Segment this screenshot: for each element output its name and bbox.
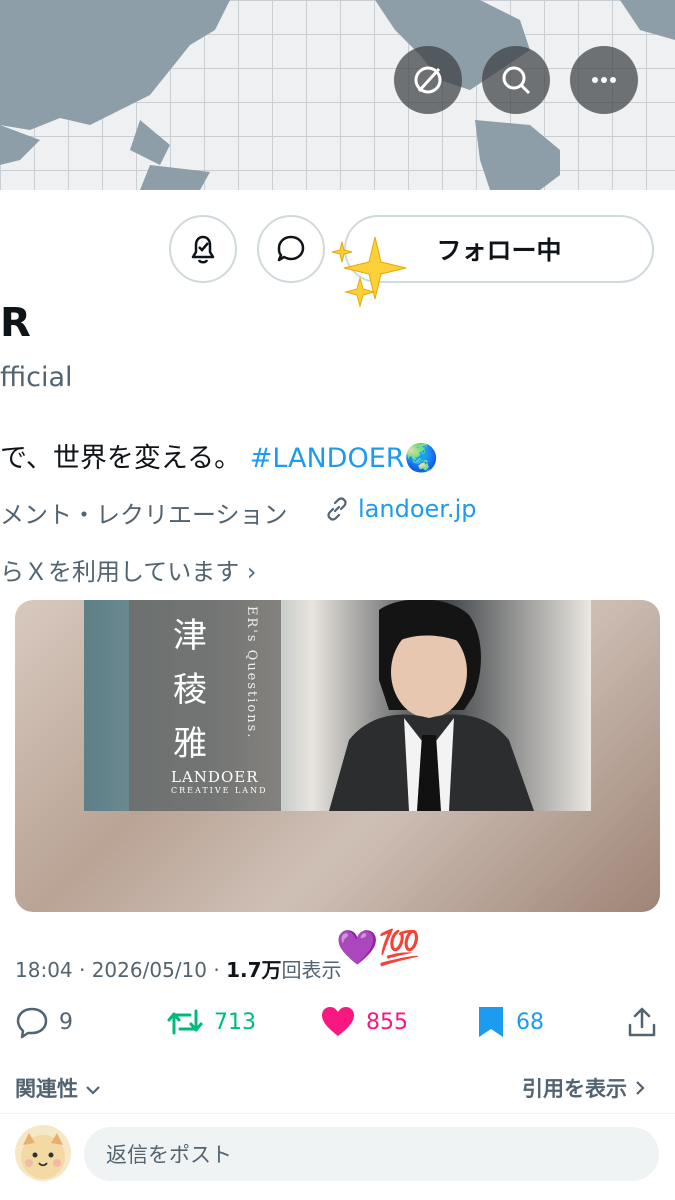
joined-text: らＸを利用しています bbox=[0, 558, 240, 586]
media-title-char-2: 稜 bbox=[173, 670, 207, 710]
profile-bio: で、世界を変える。 #LANDOER🌏 bbox=[0, 436, 438, 475]
bookmark-stat[interactable]: 68 bbox=[476, 1005, 544, 1039]
tweet-views-label: 回表示 bbox=[281, 958, 342, 982]
share-icon bbox=[628, 1007, 656, 1037]
bell-check-icon bbox=[191, 235, 215, 264]
person-photo bbox=[329, 600, 534, 811]
tweet-media-image[interactable]: 津 稜 雅 ER's Questions. LANDOER CREATIVE L… bbox=[15, 600, 660, 912]
media-title-char-1: 津 bbox=[173, 616, 207, 656]
tweet-views: 1.7万 bbox=[226, 958, 282, 982]
media-logo-sub: CREATIVE LAND bbox=[171, 786, 268, 795]
retweet-icon bbox=[167, 1009, 203, 1035]
retweet-count: 713 bbox=[214, 1009, 256, 1035]
profile-name: R bbox=[0, 300, 31, 346]
retweet-stat[interactable]: 713 bbox=[166, 1005, 256, 1039]
media-vertical-text: ER's Questions. bbox=[244, 606, 259, 740]
chevron-right-icon: › bbox=[246, 558, 257, 586]
reply-placeholder: 返信をポスト bbox=[106, 1143, 232, 1167]
hide-icon bbox=[414, 66, 442, 94]
notification-button[interactable] bbox=[169, 215, 237, 283]
more-icon bbox=[592, 77, 616, 83]
media-logo-text: LANDOER bbox=[171, 768, 259, 786]
view-quotes-button[interactable]: 引用を表示 bbox=[522, 1073, 646, 1103]
tweet-timestamp: 18:04 · 2026/05/10 · 1.7万回表示 bbox=[15, 954, 342, 983]
heart-icon bbox=[322, 1007, 354, 1036]
media-photo: 津 稜 雅 ER's Questions. LANDOER CREATIVE L… bbox=[84, 600, 591, 811]
reply-count: 9 bbox=[59, 1009, 73, 1035]
sparkles-sticker bbox=[331, 236, 407, 308]
following-label: フォロー中 bbox=[436, 236, 562, 265]
profile-link-text: landoer.jp bbox=[358, 495, 477, 523]
share-button[interactable] bbox=[626, 1005, 658, 1039]
bio-hashtag[interactable]: #LANDOER bbox=[250, 443, 405, 474]
reply-icon bbox=[16, 1007, 48, 1039]
quotes-label: 引用を表示 bbox=[522, 1077, 627, 1101]
message-icon bbox=[277, 235, 305, 262]
profile-joined[interactable]: らＸを利用しています › bbox=[0, 552, 257, 587]
bookmark-count: 68 bbox=[516, 1009, 544, 1035]
sort-label: 関連性 bbox=[15, 1077, 78, 1101]
profile-banner bbox=[0, 0, 675, 190]
more-button[interactable] bbox=[570, 46, 638, 114]
profile-handle: fficial bbox=[0, 362, 73, 393]
search-icon bbox=[502, 66, 531, 95]
link-icon bbox=[327, 497, 347, 521]
user-avatar[interactable] bbox=[15, 1125, 71, 1181]
hide-button[interactable] bbox=[394, 46, 462, 114]
chevron-right-icon bbox=[636, 1081, 645, 1095]
like-count: 855 bbox=[366, 1009, 408, 1035]
avatar-character bbox=[21, 1133, 65, 1179]
bio-text: で、世界を変える。 bbox=[0, 443, 242, 474]
reply-input[interactable]: 返信をポスト bbox=[84, 1127, 659, 1181]
profile-category: メント・レクリエーション bbox=[0, 501, 288, 529]
media-logo: LANDOER CREATIVE LAND bbox=[171, 768, 267, 795]
sort-relevance-button[interactable]: 関連性 bbox=[15, 1073, 101, 1103]
search-button[interactable] bbox=[482, 46, 550, 114]
profile-link[interactable]: landoer.jp bbox=[324, 495, 476, 523]
chevron-down-icon bbox=[86, 1086, 101, 1095]
reply-stat[interactable]: 9 bbox=[15, 1005, 73, 1039]
globe-emoji: 🌏 bbox=[404, 443, 439, 474]
bookmark-icon bbox=[479, 1007, 503, 1037]
media-title-char-3: 雅 bbox=[173, 724, 207, 764]
like-stat[interactable]: 855 bbox=[320, 1005, 408, 1039]
tweet-time: 18:04 · 2026/05/10 · bbox=[15, 958, 227, 982]
divider bbox=[0, 1113, 675, 1114]
message-button[interactable] bbox=[257, 215, 325, 283]
emoji-sticker: 💜💯 bbox=[336, 928, 421, 968]
